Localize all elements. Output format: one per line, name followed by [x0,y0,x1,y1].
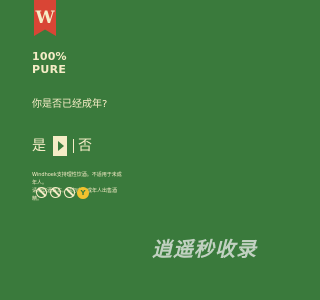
enter-arrow-icon[interactable] [53,136,67,156]
watermark: 逍遥秒收录 [152,237,257,261]
warning-icons: Y [34,185,89,209]
svg-text:W: W [34,8,55,28]
no-pregnant-icon [50,187,61,198]
no-button[interactable]: 否 [78,136,92,156]
no-drink-drive-icon [36,187,47,198]
tagline-word: PURE [32,63,67,76]
gate-divider [73,139,74,153]
age-gate-controls: 是 否 [32,133,92,159]
warning-badge-icon: Y [77,187,89,199]
age-gate-page: { "brand": { "logo_letter": "W", "taglin… [0,0,300,300]
no-minor-icon [64,187,75,198]
w-logo-icon: W [34,8,55,28]
brand-logo[interactable]: W [34,0,56,36]
yes-button[interactable]: 是 [32,136,46,156]
age-question: 你是否已经成年? [32,99,108,110]
tagline-percent: 100% [32,50,67,63]
